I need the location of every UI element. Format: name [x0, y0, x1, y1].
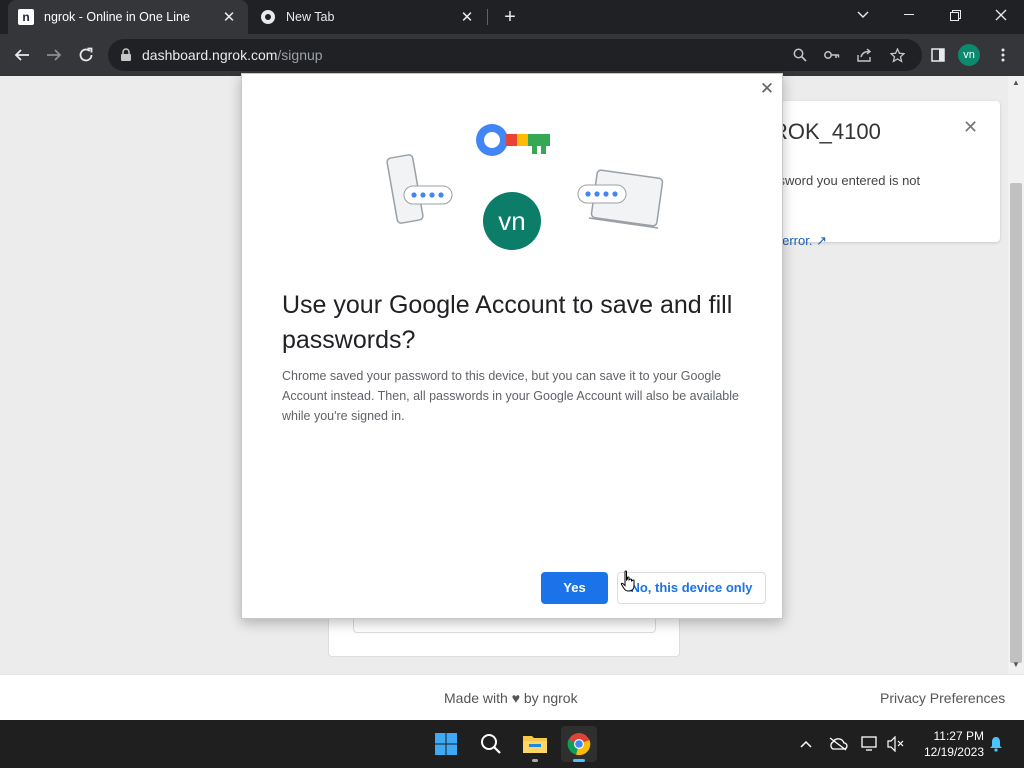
windows-taskbar: 11:27 PM 12/19/2023 — [0, 720, 1024, 768]
tab-search-icon[interactable] — [840, 0, 886, 30]
error-title: ROK_4100 — [772, 119, 881, 144]
account-avatar: vn — [483, 192, 541, 250]
app-indicator — [532, 759, 538, 762]
privacy-preferences-link[interactable]: Privacy Preferences — [880, 690, 1005, 706]
windows-icon — [435, 733, 457, 755]
laptop-illustration — [577, 169, 664, 229]
close-icon[interactable]: ✕ — [963, 117, 978, 138]
scroll-down-arrow[interactable]: ▼ — [1012, 660, 1020, 669]
close-tab-icon[interactable]: ✕ — [458, 8, 476, 26]
dialog-title: Use your Google Account to save and fill… — [282, 291, 733, 354]
bookmark-star-icon[interactable] — [887, 45, 907, 65]
side-panel-icon[interactable] — [925, 42, 951, 68]
menu-icon[interactable] — [990, 42, 1016, 68]
search-icon[interactable] — [790, 45, 810, 65]
url-host: dashboard.ngrok.com — [142, 47, 278, 63]
lock-icon[interactable] — [120, 48, 134, 62]
chrome-icon — [567, 733, 591, 756]
notification-bell-icon[interactable] — [986, 734, 1006, 754]
phone-illustration — [386, 154, 453, 224]
reload-button[interactable] — [73, 42, 99, 68]
tab-strip: n ngrok - Online in One Line ✕ New Tab ✕… — [0, 0, 1024, 34]
device-only-button[interactable]: No, this device only — [617, 572, 766, 604]
file-explorer-button[interactable] — [517, 726, 553, 762]
tab-separator — [487, 9, 488, 25]
new-tab-button[interactable]: + — [498, 5, 522, 29]
key-icon[interactable] — [822, 45, 842, 65]
taskbar-search-button[interactable] — [473, 726, 509, 762]
footer-credit: Made with ♥ by ngrok — [444, 690, 578, 706]
tab-new-tab[interactable]: New Tab ✕ — [250, 0, 486, 34]
search-icon — [481, 734, 501, 754]
chrome-icon — [260, 9, 276, 25]
save-password-dialog: ✕ vn Use your Google Account to save and… — [241, 73, 783, 619]
dialog-body: Chrome saved your password to this devic… — [282, 369, 739, 423]
back-button[interactable] — [9, 42, 35, 68]
key-illustration — [476, 124, 550, 156]
close-tab-icon[interactable]: ✕ — [220, 8, 238, 26]
start-button[interactable] — [428, 726, 464, 762]
forward-button[interactable] — [41, 42, 67, 68]
chevron-up-icon[interactable] — [796, 734, 816, 754]
onedrive-icon[interactable] — [828, 734, 848, 754]
external-link-icon: ↗ — [816, 233, 827, 248]
url-path: /signup — [277, 47, 323, 63]
profile-avatar[interactable]: vn — [958, 44, 980, 66]
system-clock[interactable]: 11:27 PM 12/19/2023 — [916, 728, 984, 760]
tab-title: ngrok - Online in One Line — [44, 10, 190, 24]
url-text: dashboard.ngrok.com/signup — [142, 47, 323, 63]
address-bar[interactable]: dashboard.ngrok.com/signup — [108, 39, 922, 71]
minimize-button[interactable] — [886, 0, 932, 30]
clock-date: 12/19/2023 — [923, 745, 984, 759]
ngrok-icon: n — [18, 9, 34, 25]
close-window-button[interactable] — [978, 0, 1024, 30]
volume-muted-icon[interactable] — [886, 734, 906, 754]
app-indicator — [573, 759, 585, 762]
clock-time: 11:27 PM — [933, 729, 984, 743]
yes-button[interactable]: Yes — [541, 572, 608, 604]
chrome-taskbar-button[interactable] — [561, 726, 597, 762]
hand-cursor-icon — [620, 570, 635, 592]
share-icon[interactable] — [855, 45, 875, 65]
restore-button[interactable] — [932, 0, 978, 30]
error-toast: ROK_4100 ✕ ssword you entered is not s e… — [760, 101, 1000, 248]
folder-icon — [523, 736, 547, 753]
scrollbar[interactable]: ▲ ▼ — [1008, 76, 1024, 674]
browser-toolbar: dashboard.ngrok.com/signup vn — [0, 34, 1024, 76]
tab-title: New Tab — [286, 10, 335, 24]
tab-ngrok[interactable]: n ngrok - Online in One Line ✕ — [8, 0, 248, 34]
close-icon[interactable]: ✕ — [758, 80, 776, 98]
error-message: ssword you entered is not — [772, 173, 921, 188]
page-footer: Made with ♥ by ngrok Privacy Preferences — [0, 674, 1024, 720]
scroll-up-arrow[interactable]: ▲ — [1012, 78, 1020, 87]
scroll-thumb[interactable] — [1010, 183, 1022, 663]
network-icon[interactable] — [860, 734, 880, 754]
